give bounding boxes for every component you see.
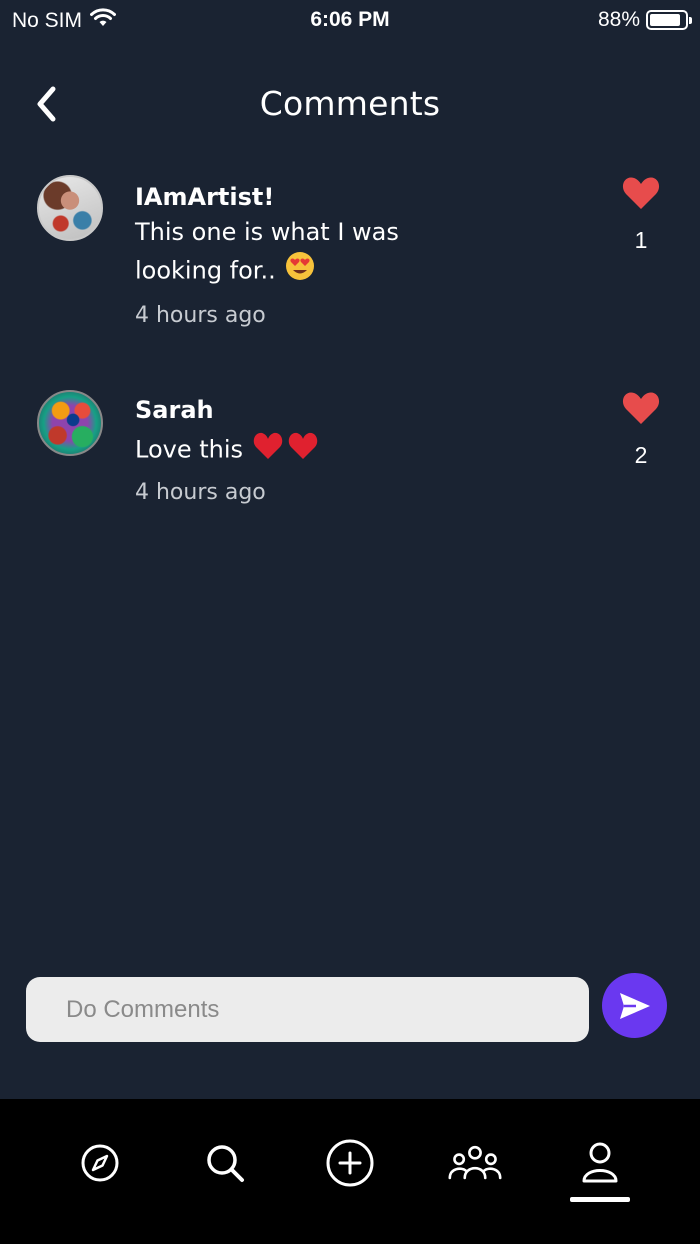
header: Comments	[0, 70, 700, 140]
nav-add[interactable]	[322, 1135, 378, 1191]
nav-community[interactable]	[447, 1135, 503, 1191]
avatar[interactable]	[37, 390, 103, 456]
comment-text-line: This one is what I was	[135, 218, 399, 246]
nav-explore[interactable]	[72, 1135, 128, 1191]
comment-text-line-2: looking for..	[135, 251, 575, 292]
heart-icon	[622, 177, 660, 209]
comment-body: Sarah Love this 4 hours ago	[135, 390, 575, 509]
comment-time: 4 hours ago	[135, 303, 266, 328]
send-icon	[619, 992, 650, 1019]
heart-icon	[622, 392, 660, 424]
comment-text-content: Love this	[135, 435, 244, 464]
comment-text-line-content: looking for..	[135, 256, 276, 285]
nav-search[interactable]	[197, 1135, 253, 1191]
status-bar: No SIM 6:06 PM 88%	[0, 0, 700, 40]
active-tab-indicator	[570, 1197, 630, 1202]
like-button[interactable]: 1	[620, 175, 662, 254]
page-title: Comments	[259, 84, 441, 123]
like-count: 1	[634, 227, 648, 253]
community-icon	[448, 1145, 502, 1180]
status-right: 88%	[597, 8, 692, 32]
battery-icon	[646, 10, 692, 30]
like-count: 2	[634, 442, 648, 468]
comment-input[interactable]	[26, 977, 589, 1042]
add-icon	[326, 1139, 374, 1187]
search-icon	[207, 1145, 244, 1182]
like-button[interactable]: 2	[620, 390, 662, 469]
heart-eyes-emoji	[285, 251, 315, 292]
nav-profile[interactable]	[572, 1135, 628, 1191]
status-time: 6:06 PM	[310, 8, 390, 31]
explore-icon	[81, 1144, 119, 1182]
battery-percent: 88%	[597, 8, 640, 31]
profile-icon	[582, 1142, 618, 1183]
comment-time: 4 hours ago	[135, 480, 266, 505]
comment-author[interactable]: IAmArtist!	[135, 181, 575, 213]
send-button[interactable]	[602, 973, 667, 1038]
comment-text: Love this	[135, 430, 575, 471]
battery-fill	[650, 14, 680, 26]
comment-body: IAmArtist! This one is what I was lookin…	[135, 175, 575, 332]
comment-text: This one is what I was looking for..	[135, 213, 575, 292]
comment-input-container	[26, 977, 589, 1042]
red-heart-emoji	[253, 430, 319, 471]
bottom-nav	[0, 1099, 700, 1244]
comment-author[interactable]: Sarah	[135, 394, 575, 426]
comments-screen: No SIM 6:06 PM 88% Comments IAmArtist! T…	[0, 0, 700, 1244]
avatar[interactable]	[37, 175, 103, 241]
